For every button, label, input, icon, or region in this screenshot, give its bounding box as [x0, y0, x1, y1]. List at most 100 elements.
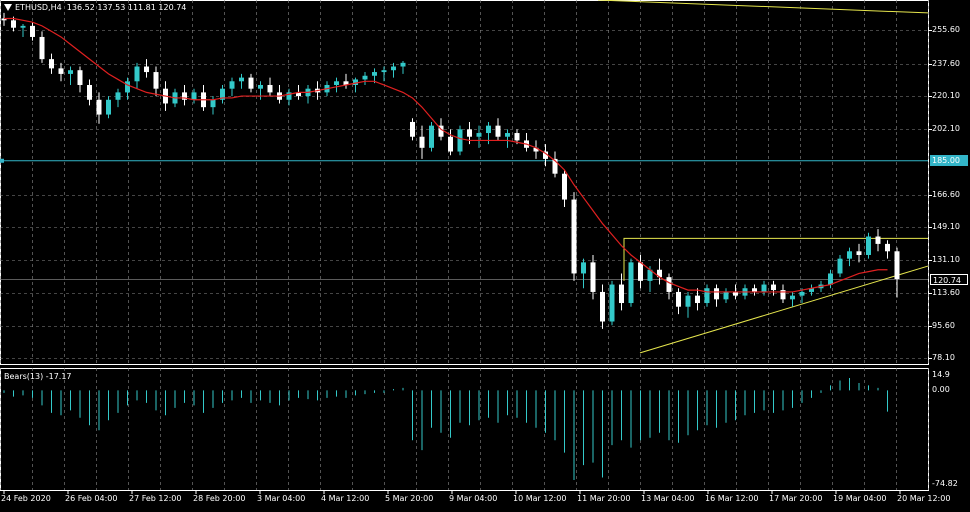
moving-average-line [4, 17, 888, 293]
candle-body [571, 199, 577, 274]
candle-body [685, 295, 691, 307]
candle-body [505, 133, 510, 137]
time-axis-label: 4 Mar 12:00 [321, 494, 370, 503]
candle-body [258, 84, 263, 89]
price-axis-label: 95.60 [932, 320, 955, 330]
candle-body [676, 291, 681, 307]
candle-body [96, 99, 102, 115]
candle-body [381, 70, 387, 73]
candle-body [419, 136, 425, 148]
candle-body [847, 251, 852, 259]
price-pane-border [0, 0, 929, 365]
candle-body [467, 129, 472, 137]
candle-body [77, 70, 83, 85]
candle-body [400, 62, 406, 67]
candle-body [58, 68, 64, 74]
candle-body [875, 236, 881, 244]
candle-body [828, 273, 833, 285]
candle-body [609, 284, 615, 322]
time-axis-label: 17 Mar 20:00 [769, 494, 823, 503]
candle-body [362, 75, 368, 80]
candle-body [248, 77, 254, 89]
candle-body [229, 81, 235, 89]
candle-body [695, 295, 700, 304]
time-axis-label: 10 Mar 12:00 [513, 494, 567, 503]
candle-body [448, 136, 453, 152]
candle-body [495, 125, 501, 137]
candle-body [39, 36, 45, 60]
time-axis-label: 11 Mar 20:00 [577, 494, 631, 503]
candle-body [799, 291, 805, 296]
price-axis-label: 131.10 [932, 255, 960, 265]
indicator-scale-bottom: -74.82 [932, 479, 958, 488]
candle-body [562, 173, 567, 200]
candle-body [600, 291, 605, 322]
candle-body [20, 25, 26, 28]
candle-body [134, 66, 140, 82]
candle-body [372, 72, 377, 76]
trend-line-resistance [623, 237, 928, 281]
time-axis-label: 13 Mar 04:00 [641, 494, 695, 503]
time-axis-label: 27 Feb 12:00 [129, 494, 182, 503]
indicator-header: Bears(13) -17.17 [4, 372, 72, 382]
indicator-scale-zero: 0.00 [932, 385, 950, 394]
candle-body [856, 251, 862, 255]
candle-body [429, 125, 434, 148]
indicator-label: Bears(13) -17.17 [4, 372, 72, 381]
candle-body [11, 20, 16, 28]
dropdown-triangle-icon[interactable] [4, 4, 12, 11]
indicator-scale-top: 14.9 [932, 370, 950, 379]
candle-body [894, 251, 900, 280]
candle-body [581, 262, 586, 274]
candle-body [486, 125, 491, 134]
candle-body [239, 77, 244, 82]
price-axis-label: 166.60 [932, 189, 960, 199]
indicator-pane-border [0, 368, 929, 491]
level-line-price-tag: 185.00 [930, 155, 968, 167]
time-axis-label: 24 Feb 2020 [1, 494, 51, 503]
candle-body [153, 72, 159, 89]
candle-body [210, 99, 216, 108]
price-axis-label: 255.60 [932, 25, 960, 35]
time-axis-label: 3 Mar 04:00 [257, 494, 306, 503]
candle-body [68, 70, 73, 74]
candle-body [125, 81, 130, 93]
candle-body [885, 243, 890, 252]
time-axis-label: 28 Feb 20:00 [193, 494, 246, 503]
candle-body [476, 133, 482, 137]
ohlc-values: 136.52 137.53 111.81 120.74 [66, 3, 187, 12]
price-axis-label: 220.10 [932, 90, 960, 100]
candle-body [771, 284, 776, 291]
candle-body [638, 262, 643, 281]
price-axis-label: 78.10 [932, 353, 955, 363]
time-axis-label: 26 Feb 04:00 [65, 494, 118, 503]
candle-body [191, 92, 197, 100]
candle-body [761, 284, 767, 292]
candle-body [628, 262, 634, 304]
candle-body [49, 59, 54, 69]
candle-body [866, 236, 871, 255]
trend-line-top [597, 0, 929, 14]
candle-body [87, 84, 92, 100]
candle-body [391, 66, 396, 71]
level-line-handle [0, 158, 4, 163]
symbol-label: ETHUSD,H4 [15, 3, 62, 12]
candle-body [457, 129, 463, 152]
price-axis-label: 237.60 [932, 58, 960, 68]
candle-body [334, 81, 339, 85]
candle-body [837, 258, 843, 274]
symbol-header: ETHUSD,H4 136.52 137.53 111.81 120.74 [4, 3, 186, 13]
candle-body [514, 133, 520, 141]
candle-body [106, 99, 111, 115]
candle-body [619, 284, 624, 304]
price-chart[interactable] [0, 0, 970, 512]
candle-body [704, 288, 710, 304]
current-price-tag: 120.74 [930, 273, 968, 285]
time-axis-label: 9 Mar 04:00 [449, 494, 498, 503]
price-axis-label: 113.60 [932, 287, 960, 297]
candle-body [30, 25, 35, 37]
time-axis-label: 5 Mar 20:00 [385, 494, 434, 503]
candle-body [790, 295, 795, 300]
price-axis-label: 202.10 [932, 124, 960, 134]
candle-body [115, 92, 121, 100]
